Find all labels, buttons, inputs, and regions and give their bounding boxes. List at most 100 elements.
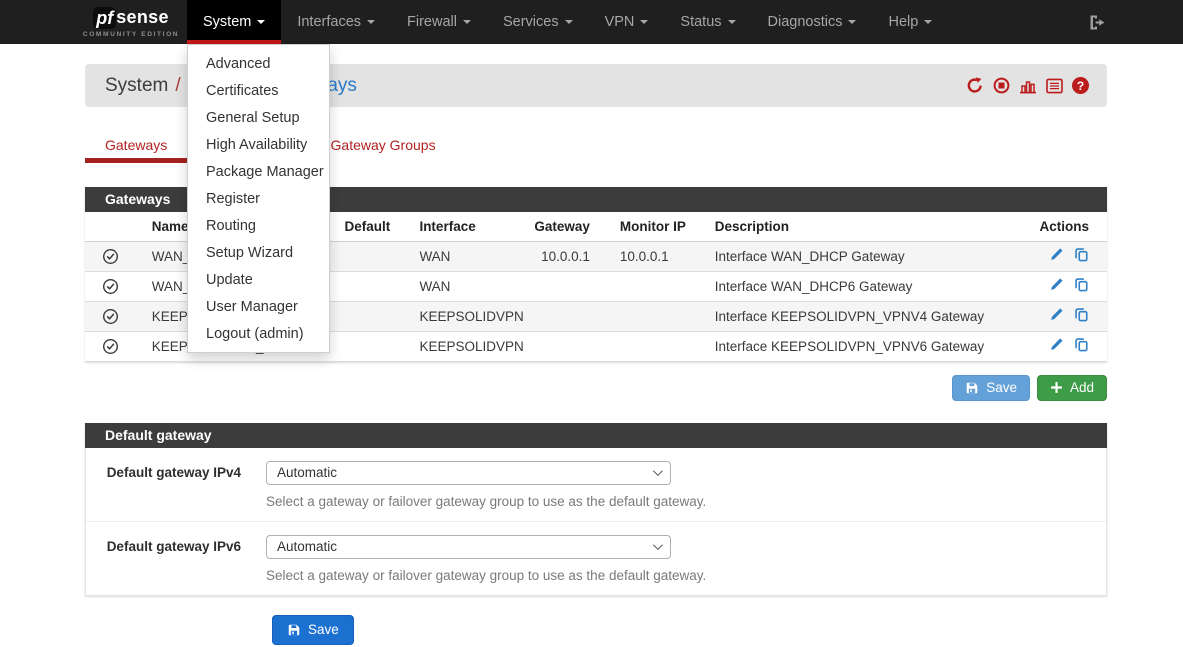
breadcrumb-separator: /	[175, 75, 180, 96]
navbar-menu-item[interactable]: Firewall	[391, 0, 487, 44]
gateway-interface-cell: WAN	[404, 241, 534, 271]
gateway-monitor-ip-cell	[605, 271, 700, 301]
copy-gateway-icon[interactable]	[1074, 310, 1089, 325]
gateway-monitor-ip-cell	[605, 331, 700, 361]
chevron-down-icon	[728, 20, 736, 24]
navbar-menu-label: Status	[680, 14, 721, 30]
navbar-menu-item[interactable]: Diagnostics	[752, 0, 873, 44]
help-icon[interactable]	[1072, 77, 1089, 94]
pfsense-logo-pf: pf	[93, 7, 116, 29]
navbar-menu-item[interactable]: VPN	[589, 0, 665, 44]
navbar-menu-label: Help	[888, 14, 918, 30]
logout-icon[interactable]	[1088, 0, 1107, 44]
navbar-menu-label: System	[203, 14, 251, 30]
column-header-status	[85, 212, 137, 241]
system-menu-item[interactable]: High Availability	[188, 131, 329, 158]
navbar-menu-label: VPN	[605, 14, 635, 30]
column-header-gateway: Gateway	[534, 212, 605, 241]
default-gateway-select[interactable]: Automatic	[266, 535, 671, 559]
column-header-monitor-ip: Monitor IP	[605, 212, 700, 241]
system-menu-item[interactable]: Logout (admin)	[188, 320, 329, 347]
add-gateway-button[interactable]: Add	[1037, 375, 1107, 401]
column-header-description: Description	[700, 212, 1025, 241]
navbar-menu-item[interactable]: System	[187, 0, 281, 44]
save-gateways-button[interactable]: Save	[952, 375, 1030, 401]
chevron-down-icon	[848, 20, 856, 24]
select-value: Automatic	[277, 465, 337, 480]
column-header-actions: Actions	[1024, 212, 1107, 241]
copy-gateway-icon[interactable]	[1074, 340, 1089, 355]
column-header-interface: Interface	[404, 212, 534, 241]
chevron-down-icon	[924, 20, 932, 24]
field-label: Default gateway IPv6	[86, 535, 241, 583]
default-gateway-form-row: Default gateway IPv6 Automatic Select a …	[86, 522, 1106, 595]
chevron-down-icon	[653, 466, 663, 476]
field-help-text: Select a gateway or failover gateway gro…	[266, 494, 706, 509]
system-menu-item[interactable]: User Manager	[188, 293, 329, 320]
chevron-down-icon	[367, 20, 375, 24]
refresh-icon[interactable]	[966, 77, 984, 94]
copy-gateway-icon[interactable]	[1074, 280, 1089, 295]
tab-label: Gateways	[105, 137, 167, 153]
system-menu-item[interactable]: Update	[188, 266, 329, 293]
system-menu-item[interactable]: Advanced	[188, 50, 329, 77]
system-menu-item[interactable]: Routing	[188, 212, 329, 239]
breadcrumb-item-system: System	[105, 75, 168, 96]
system-menu-item[interactable]: Package Manager	[188, 158, 329, 185]
gateway-default-cell	[330, 301, 405, 331]
chevron-down-icon	[640, 20, 648, 24]
gateway-interface-cell: KEEPSOLIDVPN	[404, 301, 534, 331]
chevron-down-icon	[463, 20, 471, 24]
field-help-text: Select a gateway or failover gateway gro…	[266, 568, 706, 583]
save-floppy-icon	[287, 623, 301, 637]
edit-gateway-icon[interactable]	[1049, 340, 1064, 355]
gateway-default-cell	[330, 331, 405, 361]
column-header-default: Default	[330, 212, 405, 241]
navbar-menu-label: Firewall	[407, 14, 457, 30]
graph-icon[interactable]	[1019, 78, 1037, 94]
save-default-gateway-button[interactable]: Save	[272, 615, 354, 645]
chevron-down-icon	[565, 20, 573, 24]
gateway-address-cell	[534, 271, 605, 301]
gateway-description-cell: Interface KEEPSOLIDVPN_VPNV4 Gateway	[700, 301, 1025, 331]
gateway-enabled-check-icon	[102, 338, 119, 355]
system-menu-item[interactable]: Certificates	[188, 77, 329, 104]
pfsense-logo[interactable]: pfsense COMMUNITY EDITION	[85, 0, 177, 44]
system-menu-item[interactable]: Register	[188, 185, 329, 212]
save-floppy-icon	[965, 381, 979, 395]
navbar-menu-label: Diagnostics	[768, 14, 843, 30]
edit-gateway-icon[interactable]	[1049, 250, 1064, 265]
navbar-menu-label: Interfaces	[297, 14, 361, 30]
gateway-address-cell: 10.0.0.1	[534, 241, 605, 271]
field-label: Default gateway IPv4	[86, 461, 241, 509]
gateway-interface-cell: KEEPSOLIDVPN	[404, 331, 534, 361]
edit-gateway-icon[interactable]	[1049, 280, 1064, 295]
gateway-address-cell	[534, 331, 605, 361]
navbar-menu-item[interactable]: Help	[872, 0, 948, 44]
tab[interactable]: Gateway Groups	[311, 131, 456, 163]
stop-icon[interactable]	[993, 77, 1010, 94]
pfsense-logo-subtitle: COMMUNITY EDITION	[83, 31, 179, 38]
navbar-menu-label: Services	[503, 14, 559, 30]
default-gateway-form-row: Default gateway IPv4 Automatic Select a …	[86, 448, 1106, 522]
navbar-menu-item[interactable]: Status	[664, 0, 751, 44]
plus-icon	[1050, 381, 1063, 394]
default-gateway-select[interactable]: Automatic	[266, 461, 671, 485]
tab-label: Gateway Groups	[331, 137, 436, 153]
gateway-default-cell	[330, 271, 405, 301]
default-gateway-panel-header: Default gateway	[85, 423, 1107, 448]
gateway-interface-cell: WAN	[404, 271, 534, 301]
system-menu-item[interactable]: Setup Wizard	[188, 239, 329, 266]
pfsense-logo-sense: sense	[116, 7, 169, 28]
log-icon[interactable]	[1046, 78, 1063, 94]
top-navbar: pfsense COMMUNITY EDITION System Interfa…	[0, 0, 1183, 44]
navbar-menu-item[interactable]: Interfaces	[281, 0, 391, 44]
navbar-menu-item[interactable]: Services	[487, 0, 589, 44]
system-menu-item[interactable]: General Setup	[188, 104, 329, 131]
gateway-enabled-check-icon	[102, 248, 119, 265]
edit-gateway-icon[interactable]	[1049, 310, 1064, 325]
copy-gateway-icon[interactable]	[1074, 250, 1089, 265]
select-value: Automatic	[277, 539, 337, 554]
chevron-down-icon	[257, 20, 265, 24]
tab[interactable]: Gateways	[85, 131, 187, 163]
